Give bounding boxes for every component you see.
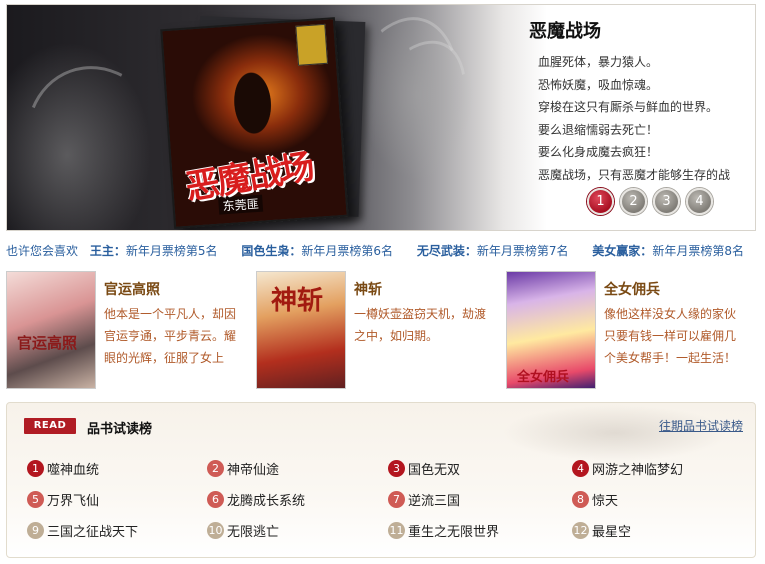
rank-number: 1 [27,460,44,477]
recommend-name[interactable]: 王主： [90,244,126,258]
book-name[interactable]: 噬神血统 [47,459,99,478]
book-title[interactable]: 全女佣兵 [604,279,660,299]
book-name[interactable]: 万界飞仙 [47,490,99,509]
ranking-item[interactable]: 9 三国之征战天下 [27,521,207,540]
book-name[interactable]: 无限逃亡 [227,521,279,540]
cover-title: 神斩 [271,286,324,316]
pager-dot-1[interactable]: 1 [587,188,614,215]
recommend-rank[interactable]: 新年月票榜第7名 [477,244,569,258]
ranking-item[interactable]: 11 重生之无限世界 [388,521,572,540]
recommend-name[interactable]: 美女赢家： [592,244,652,258]
ranking-item[interactable]: 6 龙腾成长系统 [207,490,388,509]
banner-title[interactable]: 恶魔战场 [529,17,601,43]
book-cover[interactable]: 恶魔战场 东莞匪 [160,17,349,229]
rank-number: 8 [572,491,589,508]
rank-number: 4 [572,460,589,477]
rank-number: 5 [27,491,44,508]
recommend-item[interactable]: 国色生枭：新年月票榜第6名 [241,244,393,258]
ranking-item[interactable]: 5 万界飞仙 [27,490,207,509]
recommend-name[interactable]: 国色生枭： [241,244,301,258]
trial-read-ranking: READ 品书试读榜 往期品书试读榜 1 噬神血统 2 神帝仙途 3 国色无双 4 网游… [6,402,756,558]
cover-author: 东莞匪 [218,194,264,215]
banner-description: 血腥死体，暴力猿人。 恐怖妖魔，吸血惊魂。 穿梭在这只有厮杀与鲜血的世界。 要么… [538,51,748,186]
book-name[interactable]: 网游之神临梦幻 [592,459,683,478]
recommend-name[interactable]: 无尽武装： [417,244,477,258]
book-description: 他本是一个平凡人，却因官运亨通，平步青云。耀眼的光辉，征服了女上 [104,307,237,365]
book-cover[interactable]: 神斩 [256,271,346,389]
recommend-rank[interactable]: 新年月票榜第8名 [652,244,744,258]
pager-dot-3[interactable]: 3 [653,188,680,215]
cover-title: 全女佣兵 [517,370,570,385]
recommend-item[interactable]: 王主：新年月票榜第5名 [90,244,218,258]
rank-number: 12 [572,522,589,539]
recommend-rank[interactable]: 新年月票榜第5名 [126,244,218,258]
book-name[interactable]: 三国之征战天下 [47,521,138,540]
book-name[interactable]: 逆流三国 [408,490,460,509]
book-cover[interactable]: 官运高照 [6,271,96,389]
recommend-rank[interactable]: 新年月票榜第6名 [301,244,393,258]
featured-banner: 恶魔战场 东莞匪 恶魔战场 血腥死体，暴力猿人。 恐怖妖魔，吸血惊魂。 穿梭在这… [6,4,756,231]
ranking-item[interactable]: 2 神帝仙途 [207,459,388,478]
book-description: 像他这样没女人缘的家伙只要有钱一样可以雇佣几个美女帮手！一起生活！ [604,307,737,365]
banner-line: 恐怖妖魔，吸血惊魂。 [538,77,659,92]
rank-number: 3 [388,460,405,477]
banner-line: 血腥死体，暴力猿人。 [538,55,659,69]
cover-seal [295,23,329,66]
pager-dot-4[interactable]: 4 [686,188,713,215]
book-name[interactable]: 最星空 [592,521,631,540]
rank-number: 11 [388,522,405,539]
ranking-item[interactable]: 10 无限逃亡 [207,521,388,540]
ranking-list: 1 噬神血统 2 神帝仙途 3 国色无双 4 网游之神临梦幻 5 万界飞仙 6 龙腾成长系统… [27,459,747,540]
book-name[interactable]: 神帝仙途 [227,459,279,478]
ranking-item[interactable]: 8 惊天 [572,490,747,509]
ranking-item[interactable]: 3 国色无双 [388,459,572,478]
book-cover[interactable]: 全女佣兵 [506,271,596,389]
ranking-item[interactable]: 12 最星空 [572,521,747,540]
pager-dot-2[interactable]: 2 [620,188,647,215]
banner-line: 要么化身成魔去疯狂！ [538,145,659,159]
book-name[interactable]: 惊天 [592,490,618,509]
ranking-item[interactable]: 7 逆流三国 [388,490,572,509]
banner-info: 恶魔战场 血腥死体，暴力猿人。 恐怖妖魔，吸血惊魂。 穿梭在这只有厮杀与鲜血的世… [529,5,755,230]
recommend-item[interactable]: 无尽武装：新年月票榜第7名 [417,244,569,258]
rank-number: 7 [388,491,405,508]
book-name[interactable]: 重生之无限世界 [408,521,499,540]
cover-rider-figure [203,40,301,157]
rank-number: 2 [207,460,224,477]
book-name[interactable]: 国色无双 [408,459,460,478]
banner-line: 穿梭在这只有厮杀与鲜血的世界。 [538,100,719,114]
featured-book: 官运高照 官运高照 他本是一个平凡人，却因官运亨通，平步青云。耀眼的光辉，征服了… [6,271,251,391]
banner-artwork[interactable]: 恶魔战场 东莞匪 [7,5,547,230]
banner-line: 要么退缩懦弱去死亡！ [538,122,659,137]
ranking-item[interactable]: 4 网游之神临梦幻 [572,459,747,478]
ranking-item[interactable]: 1 噬神血统 [27,459,207,478]
featured-book: 神斩 神斩 一樽妖壶盗窃天机，劫渡之中，如归期。 [256,271,501,391]
recommend-lead: 也许您会喜欢 [6,244,79,258]
past-ranking-link[interactable]: 往期品书试读榜 [659,417,743,434]
book-title[interactable]: 神斩 [354,279,382,299]
banner-pager: 1 2 3 4 [587,188,713,215]
recommend-bar: 也许您会喜欢 王主：新年月票榜第5名 国色生枭：新年月票榜第6名 无尽武装：新年… [6,242,764,259]
book-name[interactable]: 龙腾成长系统 [227,490,305,509]
banner-line: 恶魔战场，只有恶魔才能够生存的战 [538,167,731,182]
book-description: 一樽妖壶盗窃天机，劫渡之中，如归期。 [354,307,487,343]
cover-title: 官运高照 [17,334,78,352]
book-title[interactable]: 官运高照 [104,279,160,299]
rank-number: 6 [207,491,224,508]
read-badge: READ [24,418,76,434]
rank-number: 10 [207,522,224,539]
rank-number: 9 [27,522,44,539]
featured-book: 全女佣兵 全女佣兵 像他这样没女人缘的家伙只要有钱一样可以雇佣几个美女帮手！一起… [506,271,756,391]
recommend-item[interactable]: 美女赢家：新年月票榜第8名 [592,244,744,258]
ranking-title: 品书试读榜 [87,422,153,437]
